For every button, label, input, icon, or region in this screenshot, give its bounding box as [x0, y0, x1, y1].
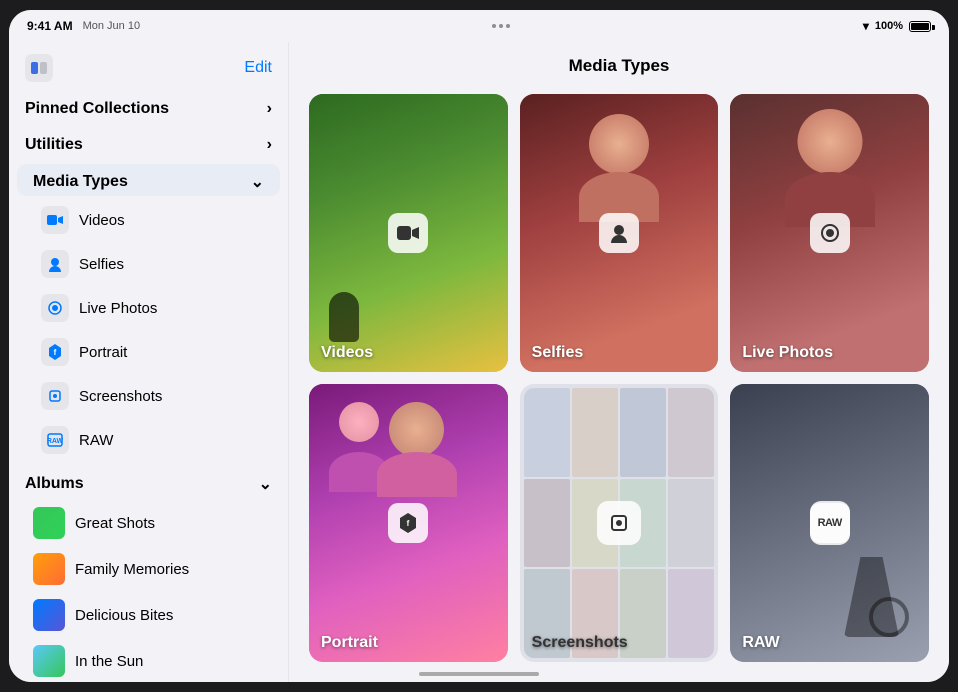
- svg-text:f: f: [407, 519, 410, 528]
- sidebar-item-selfies[interactable]: Selfies: [17, 242, 280, 286]
- portrait-icon: f: [41, 338, 69, 366]
- time: 9:41 AM: [27, 19, 73, 33]
- selfies-label: Selfies: [79, 256, 124, 273]
- delicious-bites-label: Delicious Bites: [75, 607, 173, 624]
- delicious-bites-thumb: [33, 599, 65, 631]
- screenshots-grid-label: Screenshots: [532, 634, 628, 652]
- album-delicious-bites[interactable]: Delicious Bites: [9, 592, 288, 638]
- raw-label: RAW: [79, 432, 113, 449]
- albums-chevron: ⌄: [259, 474, 272, 494]
- status-left: 9:41 AM Mon Jun 10: [27, 19, 140, 33]
- videos-grid-label: Videos: [321, 344, 373, 362]
- panel-title: Media Types: [289, 42, 949, 86]
- family-memories-label: Family Memories: [75, 561, 189, 578]
- in-the-sun-label: In the Sun: [75, 653, 143, 670]
- grid-item-videos[interactable]: Videos: [309, 94, 508, 372]
- grid-item-portrait[interactable]: f Portrait: [309, 384, 508, 662]
- ipad-frame: 9:41 AM Mon Jun 10 ▾ 100%: [9, 10, 949, 682]
- screenshots-icon: [41, 382, 69, 410]
- pinned-collections-header[interactable]: Pinned Collections ›: [9, 90, 288, 126]
- great-shots-label: Great Shots: [75, 515, 155, 532]
- media-types-header[interactable]: Media Types ⌄: [17, 164, 280, 196]
- sidebar-item-videos[interactable]: Videos: [17, 198, 280, 242]
- live-photos-icon: [41, 294, 69, 322]
- videos-label: Videos: [79, 212, 125, 229]
- dot1: [492, 24, 496, 28]
- status-bar: 9:41 AM Mon Jun 10 ▾ 100%: [9, 10, 949, 42]
- sidebar-item-portrait[interactable]: f Portrait: [17, 330, 280, 374]
- utilities-chevron: ›: [267, 136, 272, 154]
- live-photos-grid-icon: [810, 213, 850, 253]
- battery-fill: [911, 23, 929, 30]
- wifi-icon: ▾: [863, 19, 869, 33]
- svg-text:RAW: RAW: [47, 438, 63, 445]
- utilities-label: Utilities: [25, 136, 83, 154]
- media-types-chevron: ⌄: [251, 172, 264, 192]
- screenshots-grid-icon: [597, 501, 641, 545]
- dot3: [506, 24, 510, 28]
- sidebar-item-screenshots[interactable]: Screenshots: [17, 374, 280, 418]
- grid-item-live-photos[interactable]: Live Photos: [730, 94, 929, 372]
- live-photos-grid-label: Live Photos: [742, 344, 833, 362]
- pinned-collections-label: Pinned Collections: [25, 100, 169, 118]
- in-the-sun-thumb: [33, 645, 65, 677]
- date: Mon Jun 10: [83, 20, 140, 32]
- raw-icon: RAW: [41, 426, 69, 454]
- panel: Media Types Videos: [289, 42, 949, 682]
- album-family-memories[interactable]: Family Memories: [9, 546, 288, 592]
- raw-grid-icon: RAW: [810, 503, 850, 543]
- album-in-the-sun[interactable]: In the Sun: [9, 638, 288, 682]
- albums-header[interactable]: Albums ⌄: [9, 462, 288, 500]
- edit-button[interactable]: Edit: [244, 59, 272, 77]
- albums-label: Albums: [25, 475, 84, 493]
- selfies-grid-icon: [599, 213, 639, 253]
- sidebar-collapse-button[interactable]: [25, 54, 53, 82]
- grid-item-raw[interactable]: RAW RAW: [730, 384, 929, 662]
- dot2: [499, 24, 503, 28]
- main-content: Edit Pinned Collections › Utilities › Me…: [9, 42, 949, 682]
- album-great-shots[interactable]: Great Shots: [9, 500, 288, 546]
- family-memories-thumb: [33, 553, 65, 585]
- media-types-label: Media Types: [33, 173, 128, 191]
- selfies-grid-label: Selfies: [532, 344, 584, 362]
- sidebar-item-live-photos[interactable]: Live Photos: [17, 286, 280, 330]
- status-center: [492, 24, 510, 28]
- portrait-grid-icon: f: [388, 503, 428, 543]
- utilities-header[interactable]: Utilities ›: [9, 126, 288, 162]
- battery-icon: [909, 21, 931, 32]
- status-right: ▾ 100%: [863, 19, 931, 33]
- home-indicator: [419, 672, 539, 676]
- sidebar: Edit Pinned Collections › Utilities › Me…: [9, 42, 289, 682]
- raw-grid-label: RAW: [742, 634, 779, 652]
- battery-percent: 100%: [875, 20, 903, 32]
- portrait-grid-label: Portrait: [321, 634, 378, 652]
- portrait-label: Portrait: [79, 344, 127, 361]
- grid-item-screenshots[interactable]: Screenshots: [520, 384, 719, 662]
- live-photos-label: Live Photos: [79, 300, 157, 317]
- pinned-collections-chevron: ›: [267, 100, 272, 118]
- sidebar-item-raw[interactable]: RAW RAW: [17, 418, 280, 462]
- videos-grid-icon: [388, 213, 428, 253]
- selfies-icon: [41, 250, 69, 278]
- great-shots-thumb: [33, 507, 65, 539]
- screenshots-label: Screenshots: [79, 388, 162, 405]
- videos-icon: [41, 206, 69, 234]
- sidebar-header: Edit: [9, 42, 288, 90]
- grid-item-selfies[interactable]: Selfies: [520, 94, 719, 372]
- svg-text:f: f: [54, 348, 57, 357]
- media-types-grid: Videos Selfies: [289, 86, 949, 682]
